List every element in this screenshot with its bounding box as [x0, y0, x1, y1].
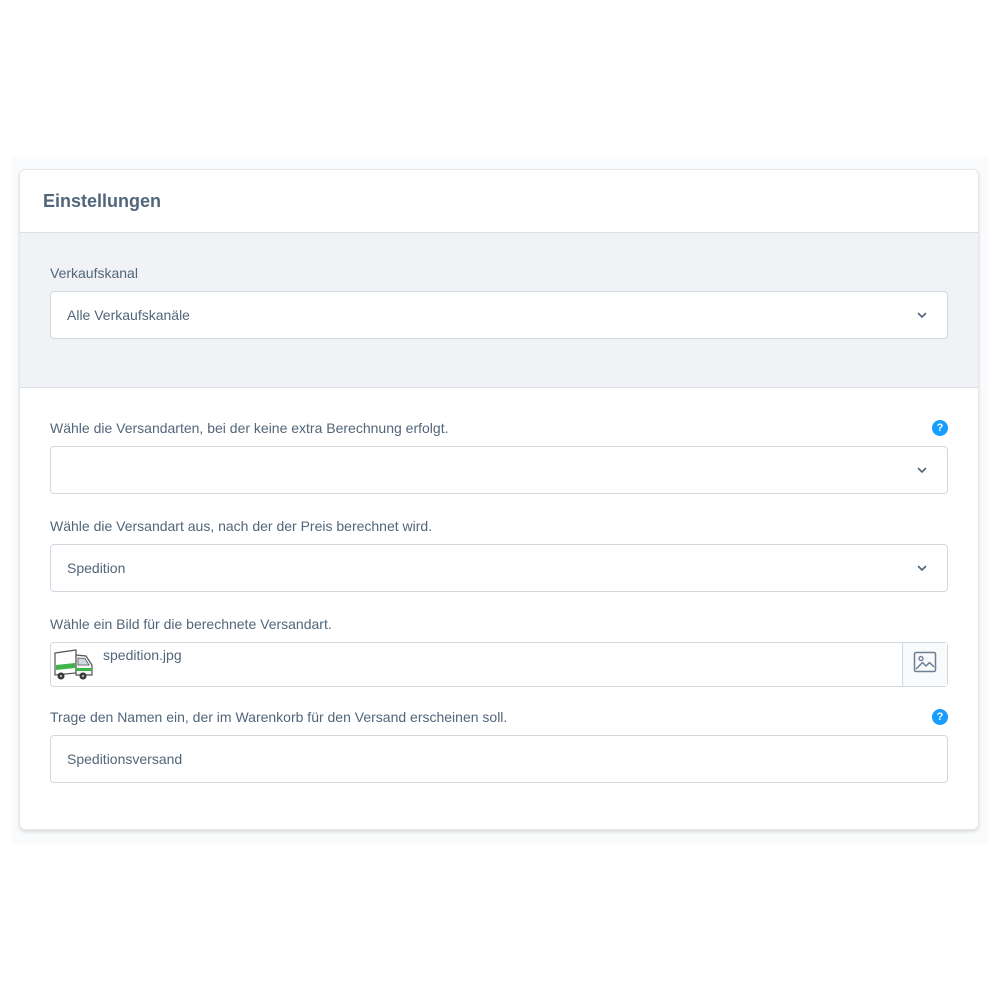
excluded-shipping-select[interactable]	[50, 446, 948, 494]
sales-channel-section: Verkaufskanal Alle Verkaufskanäle	[20, 233, 978, 388]
help-icon[interactable]: ?	[932, 420, 948, 436]
chevron-down-icon	[913, 559, 931, 577]
card-title: Einstellungen	[43, 190, 162, 211]
cart-name-value: Speditionsversand	[67, 751, 183, 767]
calc-shipping-label: Wähle die Versandart aus, nach der der P…	[50, 518, 433, 534]
help-icon[interactable]: ?	[932, 709, 948, 725]
truck-icon	[51, 643, 95, 686]
cart-name-input[interactable]: Speditionsversand	[50, 735, 948, 783]
sales-channel-select[interactable]: Alle Verkaufskanäle	[50, 291, 948, 339]
chevron-down-icon	[913, 461, 931, 479]
image-label: Wähle ein Bild für die berechnete Versan…	[50, 616, 332, 632]
sales-channel-value: Alle Verkaufskanäle	[67, 307, 190, 323]
cart-name-label: Trage den Namen ein, der im Warenkorb fü…	[50, 709, 508, 725]
image-icon	[913, 650, 937, 679]
image-file-name: spedition.jpg	[103, 647, 182, 663]
chevron-down-icon	[913, 306, 931, 324]
calc-shipping-select[interactable]: Spedition	[50, 544, 948, 592]
image-picker-button[interactable]	[902, 643, 947, 686]
settings-card: Einstellungen Verkaufskanal Alle Verkauf…	[19, 169, 979, 830]
shipping-config-section: Wähle die Versandarten, bei der keine ex…	[20, 388, 978, 783]
calc-shipping-value: Spedition	[67, 560, 126, 576]
card-header: Einstellungen	[20, 170, 978, 233]
image-upload-field[interactable]: spedition.jpg	[50, 642, 948, 687]
sales-channel-label: Verkaufskanal	[50, 265, 138, 281]
excluded-shipping-label: Wähle die Versandarten, bei der keine ex…	[50, 420, 449, 436]
